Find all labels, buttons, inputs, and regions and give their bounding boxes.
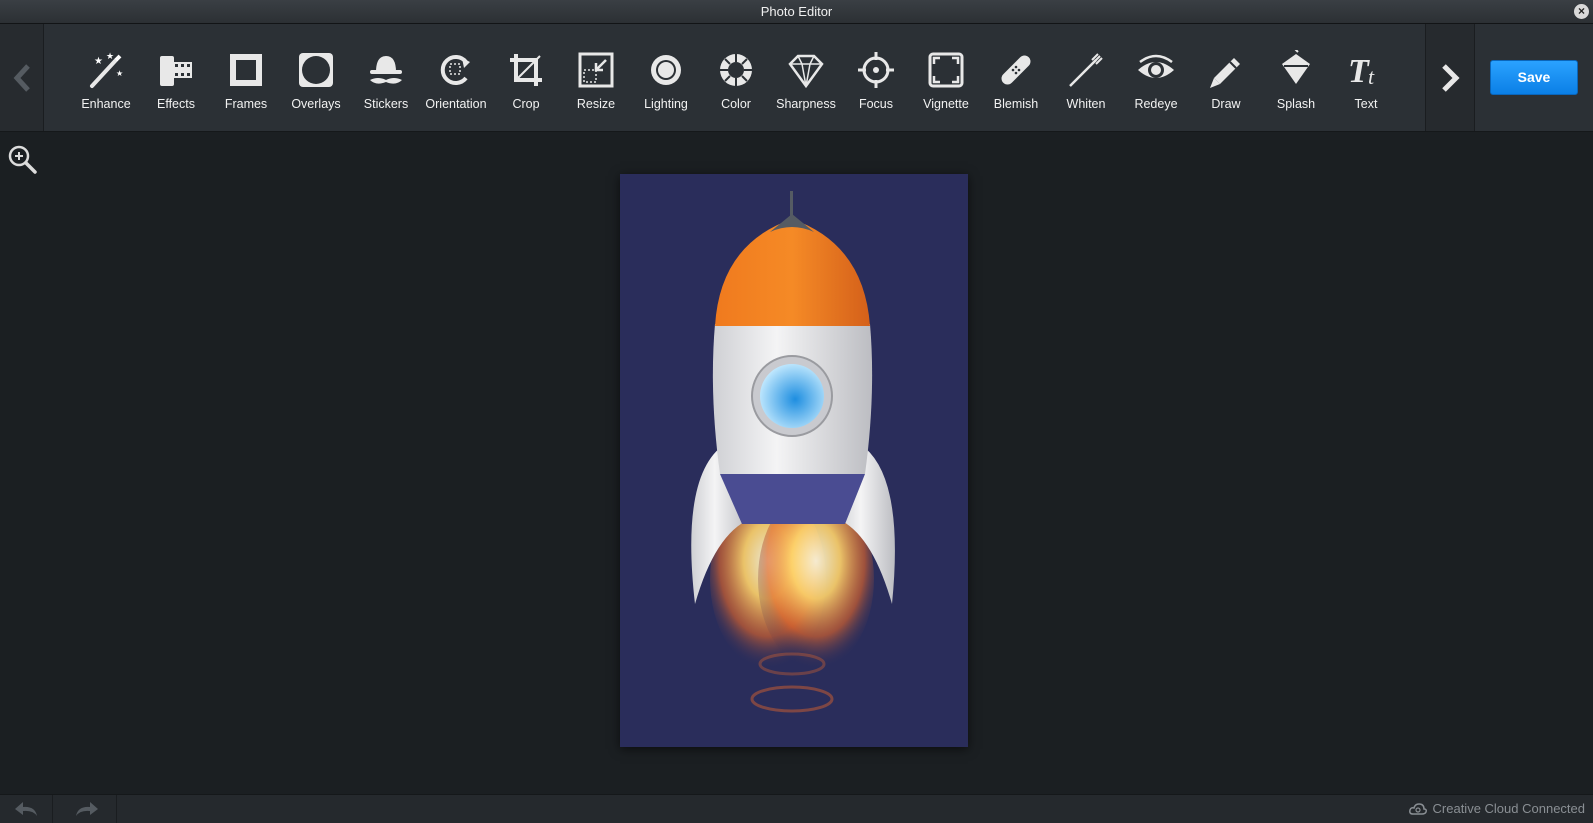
redo-button[interactable]	[58, 795, 117, 823]
tool-resize[interactable]: Resize	[561, 24, 631, 131]
tool-whiten[interactable]: Whiten	[1051, 24, 1121, 131]
canvas-image[interactable]	[620, 174, 968, 747]
chevron-right-icon	[1442, 63, 1460, 92]
creative-cloud-status: Creative Cloud Connected	[1408, 801, 1585, 816]
tool-color[interactable]: Color	[701, 24, 771, 131]
toothbrush-icon	[1069, 53, 1103, 87]
undo-button[interactable]	[0, 795, 53, 823]
tool-splash[interactable]: Splash	[1261, 24, 1331, 131]
pencil-icon	[1210, 58, 1240, 88]
tool-label: Redeye	[1134, 97, 1178, 111]
redo-icon	[76, 802, 98, 816]
svg-text:T: T	[1348, 53, 1370, 90]
tool-label: Sharpness	[776, 97, 836, 111]
tool-label: Focus	[858, 97, 894, 111]
svg-text:t: t	[1368, 64, 1375, 89]
rotate-icon	[440, 55, 470, 85]
close-button[interactable]: ×	[1574, 4, 1589, 19]
tool-crop[interactable]: Crop	[491, 24, 561, 131]
bandage-icon	[1001, 55, 1031, 85]
tool-label: Frames	[224, 97, 268, 111]
tool-label: Splash	[1276, 97, 1316, 111]
eye-icon	[1138, 54, 1174, 78]
save-button[interactable]: Save	[1490, 60, 1578, 95]
undo-icon	[15, 802, 37, 816]
title-bar: Photo Editor ×	[0, 0, 1593, 24]
tool-effects[interactable]: Effects	[141, 24, 211, 131]
paint-bucket-icon	[1282, 50, 1310, 84]
film-icon	[160, 56, 192, 86]
tool-label: Overlays	[291, 97, 341, 111]
tool-sharpness[interactable]: Sharpness	[771, 24, 841, 131]
tool-label: Color	[721, 97, 751, 111]
tool-label: Vignette	[923, 97, 969, 111]
status-bar: Creative Cloud Connected	[0, 794, 1593, 823]
creative-cloud-label: Creative Cloud Connected	[1432, 801, 1585, 816]
magic-wand-icon: ★ ★★	[90, 51, 123, 88]
frame-icon	[230, 54, 262, 86]
tool-overlays[interactable]: Overlays	[281, 24, 351, 131]
tool-label: Resize	[576, 97, 616, 111]
crosshair-icon	[858, 52, 894, 88]
tool-label: Whiten	[1066, 97, 1106, 111]
text-icon: Tt	[1348, 53, 1375, 90]
color-wheel-icon	[720, 54, 752, 86]
creative-cloud-icon	[1408, 802, 1427, 815]
tool-draw[interactable]: Draw	[1191, 24, 1261, 131]
svg-text:★: ★	[94, 56, 103, 67]
chevron-left-icon	[13, 63, 30, 92]
tool-focus[interactable]: Focus	[841, 24, 911, 131]
tool-label: Crop	[512, 97, 540, 111]
crop-icon	[510, 54, 542, 86]
tool-label: Enhance	[81, 97, 131, 111]
mustache-hat-icon	[370, 56, 402, 84]
zoom-button[interactable]	[6, 143, 38, 175]
diamond-icon	[788, 54, 824, 89]
tool-label: Text	[1354, 97, 1378, 111]
tool-orientation[interactable]: Orientation	[421, 24, 491, 131]
tool-label: Stickers	[363, 97, 409, 111]
tool-label: Draw	[1211, 97, 1241, 111]
tool-label: Orientation	[425, 97, 487, 111]
tool-lighting[interactable]: Lighting	[631, 24, 701, 131]
scroll-right-button[interactable]	[1425, 24, 1475, 131]
overlay-icon	[299, 53, 333, 87]
tool-label: Lighting	[644, 97, 688, 111]
svg-text:★: ★	[106, 51, 114, 61]
tool-text[interactable]: Tt Text	[1331, 24, 1401, 131]
tool-vignette[interactable]: Vignette	[911, 24, 981, 131]
scroll-left-button[interactable]	[0, 24, 44, 131]
sun-icon	[651, 55, 681, 85]
tool-label: Effects	[157, 97, 195, 111]
tool-frames[interactable]: Frames	[211, 24, 281, 131]
vignette-icon	[928, 52, 964, 88]
svg-text:★: ★	[116, 69, 123, 78]
window-title: Photo Editor	[760, 4, 833, 19]
zoom-in-icon	[8, 145, 37, 174]
resize-icon	[578, 52, 614, 88]
tool-label: Blemish	[993, 97, 1039, 111]
tool-redeye[interactable]: Redeye	[1121, 24, 1191, 131]
tool-stickers[interactable]: Stickers	[351, 24, 421, 131]
tool-list: ★ ★ ★ Enhance Effects Frames Overlays Stic…	[71, 24, 1401, 131]
tool-enhance[interactable]: ★ ★ ★ Enhance	[71, 24, 141, 131]
tool-bar: ★ ★ ★ Enhance Effects Frames Overlays Stic…	[0, 24, 1593, 132]
tool-blemish[interactable]: Blemish	[981, 24, 1051, 131]
